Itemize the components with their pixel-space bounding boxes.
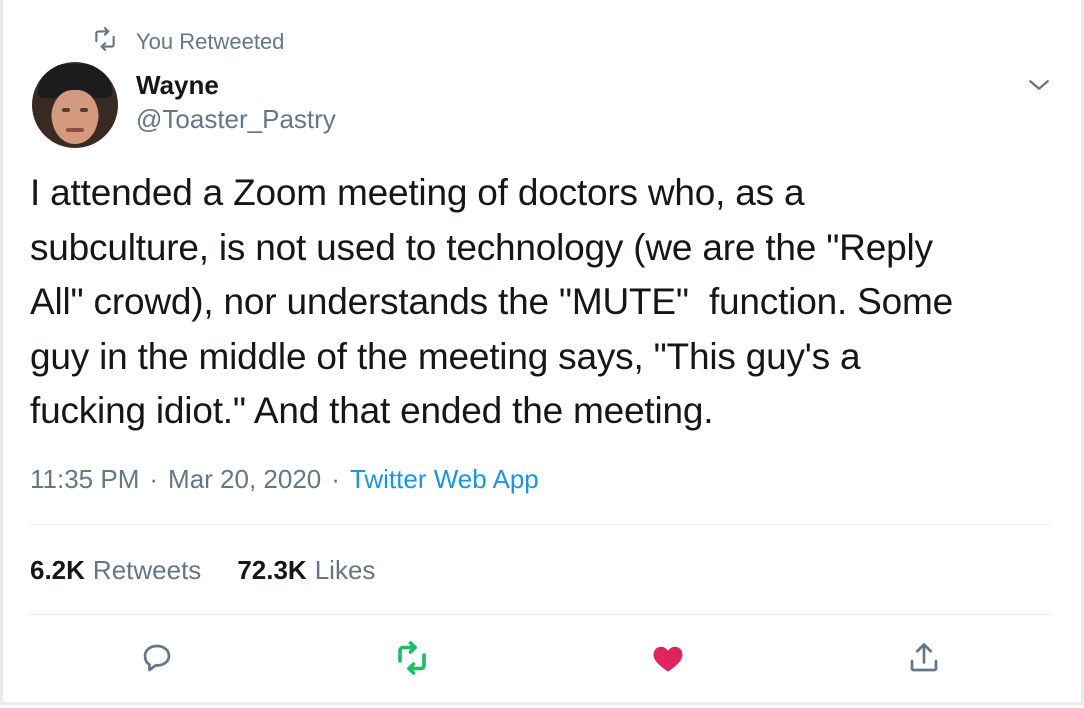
divider bbox=[30, 614, 1050, 615]
chevron-down-icon[interactable] bbox=[1024, 70, 1054, 100]
action-bar bbox=[0, 640, 1084, 680]
reply-button[interactable] bbox=[137, 640, 177, 680]
tweet-text: I attended a Zoom meeting of doctors who… bbox=[30, 172, 953, 431]
likes-stat[interactable]: 72.3K Likes bbox=[237, 555, 375, 586]
tweet-date[interactable]: Mar 20, 2020 bbox=[168, 464, 321, 495]
author-handle[interactable]: @Toaster_Pastry bbox=[136, 104, 336, 135]
retweet-button[interactable] bbox=[392, 640, 432, 680]
meta-separator: · bbox=[149, 464, 159, 494]
avatar[interactable] bbox=[32, 62, 118, 148]
heart-icon bbox=[650, 640, 686, 681]
retweet-icon bbox=[92, 26, 118, 58]
retweet-context: You Retweeted bbox=[92, 26, 285, 58]
author-name[interactable]: Wayne bbox=[136, 70, 219, 101]
tweet-time[interactable]: 11:35 PM bbox=[30, 464, 139, 495]
reply-icon bbox=[139, 640, 175, 681]
retweet-context-label: You Retweeted bbox=[136, 29, 285, 54]
retweet-icon bbox=[394, 640, 430, 681]
meta-separator: · bbox=[331, 464, 340, 494]
retweets-stat[interactable]: 6.2K Retweets bbox=[30, 555, 201, 586]
tweet-meta: 11:35 PM · Mar 20, 2020 · Twitter Web Ap… bbox=[30, 464, 539, 495]
share-icon bbox=[906, 640, 942, 681]
tweet-stats: 6.2K Retweets 72.3K Likes bbox=[30, 555, 375, 586]
divider bbox=[30, 524, 1050, 525]
like-button[interactable] bbox=[648, 640, 688, 680]
source-app-link[interactable]: Twitter Web App bbox=[350, 464, 539, 495]
share-button[interactable] bbox=[904, 640, 944, 680]
